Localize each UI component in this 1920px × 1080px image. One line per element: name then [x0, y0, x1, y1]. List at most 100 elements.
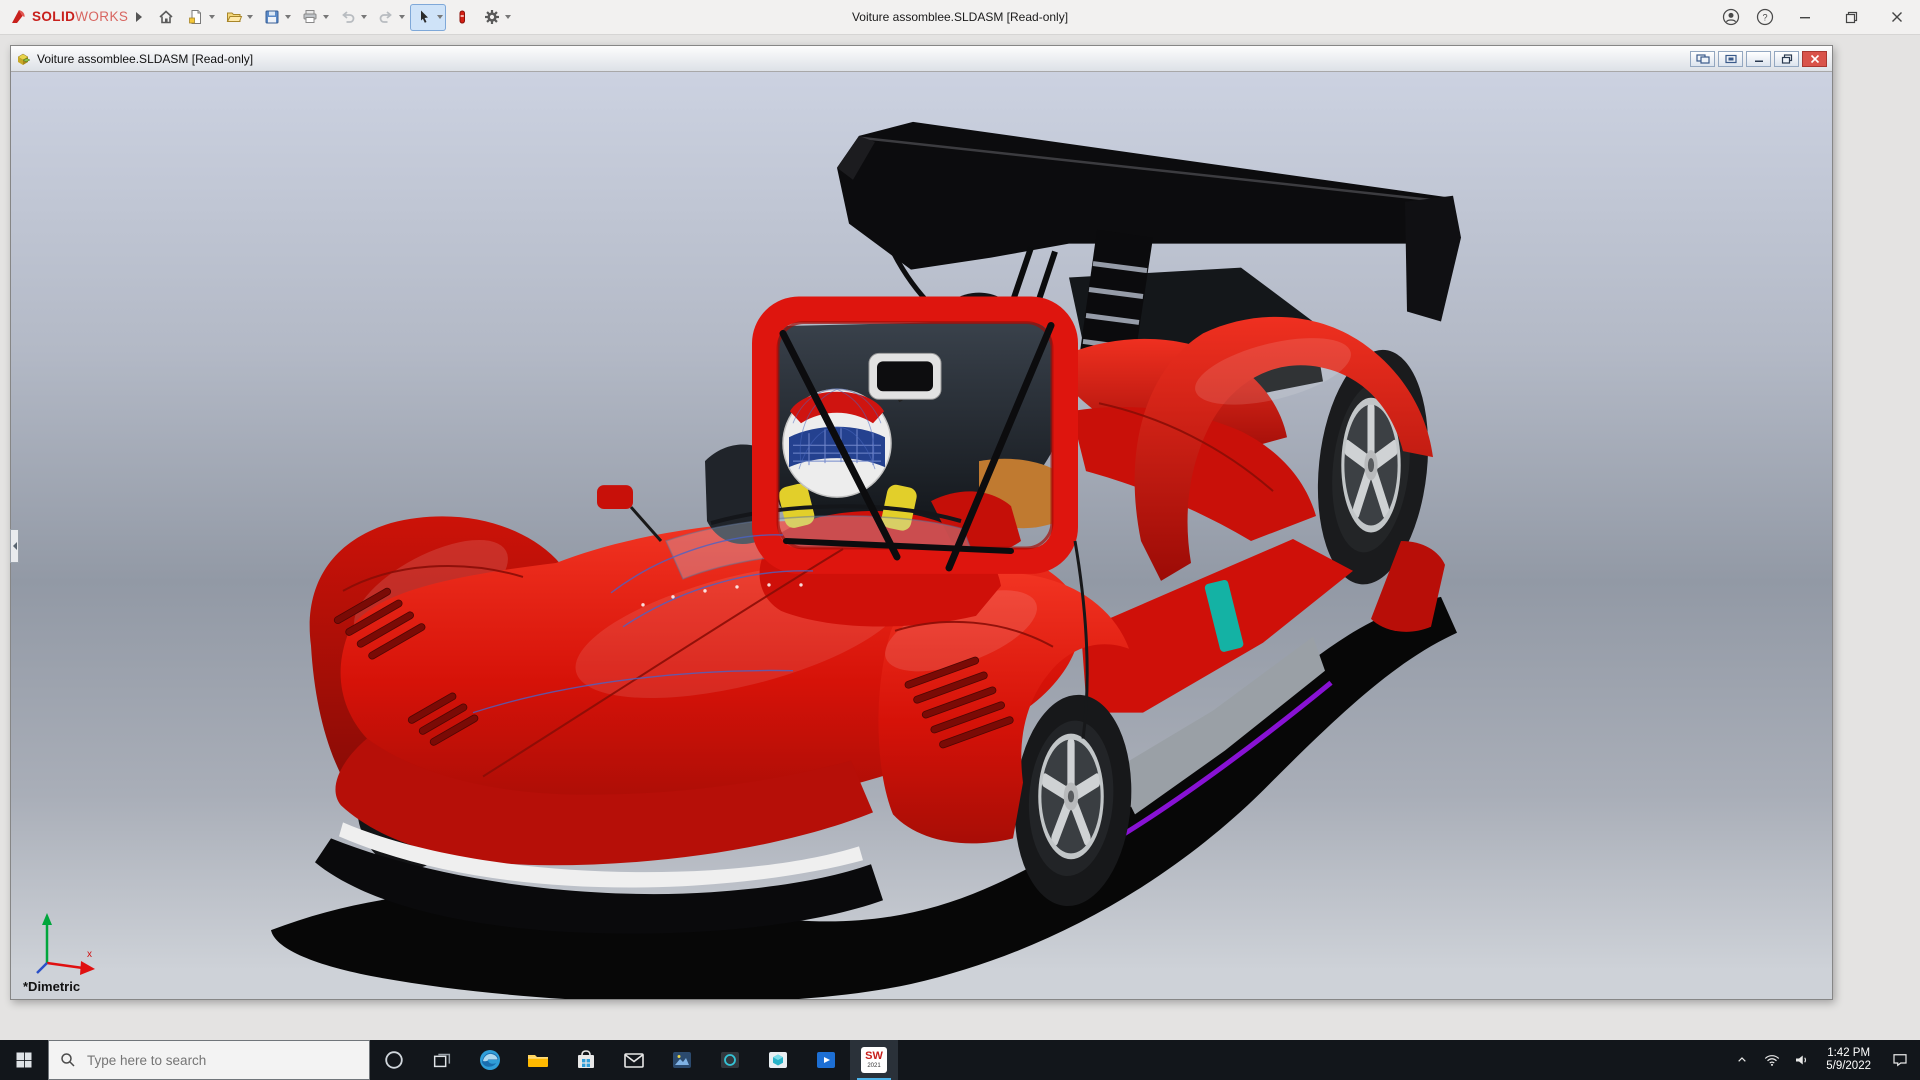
doc-window-button-2[interactable]: [1718, 51, 1743, 67]
taskbar-app-movies[interactable]: [802, 1040, 850, 1080]
dropdown-arrow-icon[interactable]: [361, 15, 367, 19]
app-window-title: Voiture assomblee.SLDASM [Read-only]: [852, 10, 1068, 24]
dropdown-arrow-icon[interactable]: [399, 15, 405, 19]
undo-button[interactable]: [334, 4, 370, 31]
toolbar-expand-chevron[interactable]: [136, 12, 142, 22]
help-button[interactable]: ?: [1748, 0, 1782, 35]
taskbar-app-file-explorer[interactable]: [514, 1040, 562, 1080]
home-icon: [155, 6, 177, 28]
dropdown-arrow-icon[interactable]: [505, 15, 511, 19]
brand-text-light: WORKS: [75, 9, 128, 24]
undo-icon: [337, 6, 359, 28]
component-tool-button[interactable]: [448, 4, 476, 31]
titlebar-right-controls: ?: [1714, 0, 1920, 35]
save-button[interactable]: [258, 4, 294, 31]
component-icon: [451, 6, 473, 28]
wifi-icon: [1763, 1051, 1781, 1069]
file-explorer-icon: [526, 1048, 550, 1072]
new-document-button[interactable]: [182, 4, 218, 31]
dropdown-arrow-icon[interactable]: [437, 15, 443, 19]
action-center-button[interactable]: [1880, 1040, 1920, 1080]
taskbar-app-mail[interactable]: [610, 1040, 658, 1080]
network-status[interactable]: [1757, 1040, 1787, 1080]
x-axis-label: x: [87, 949, 92, 960]
open-button[interactable]: [220, 4, 256, 31]
panel-collapse-handle[interactable]: [10, 529, 19, 563]
task-view-button[interactable]: [418, 1040, 466, 1080]
document-title: Voiture assomblee.SLDASM [Read-only]: [37, 52, 253, 66]
chevron-up-icon: [1734, 1052, 1750, 1068]
collapse-arrow-icon: [13, 542, 17, 550]
orientation-triad: x: [29, 909, 99, 977]
document-window: Voiture assomblee.SLDASM [Read-only]: [10, 45, 1833, 1000]
print-button[interactable]: [296, 4, 332, 31]
dropdown-arrow-icon[interactable]: [323, 15, 329, 19]
x-axis-arrow: [80, 961, 95, 975]
new-document-icon: [185, 6, 207, 28]
volume-control[interactable]: [1787, 1040, 1817, 1080]
view-orientation-label: *Dimetric: [23, 979, 80, 994]
snip-tool-icon: [718, 1048, 742, 1072]
task-view-icon: [431, 1049, 453, 1071]
doc-minimize-button[interactable]: [1746, 51, 1771, 67]
app-titlebar: SOLIDWORKS: [0, 0, 1920, 35]
minimize-button[interactable]: [1782, 0, 1828, 35]
taskbar-app-solidworks[interactable]: SW 2021: [850, 1040, 898, 1080]
taskbar-app-snip[interactable]: [706, 1040, 754, 1080]
solidworks-app-icon: SW 2021: [861, 1047, 887, 1073]
taskbar-app-photos[interactable]: [658, 1040, 706, 1080]
windows-taskbar: SW 2021: [0, 1040, 1920, 1080]
gear-icon: [481, 6, 503, 28]
home-button[interactable]: [152, 4, 180, 31]
mail-icon: [622, 1048, 646, 1072]
speaker-icon: [1793, 1051, 1811, 1069]
z-axis: [37, 963, 47, 973]
windows-logo-icon: [14, 1050, 34, 1070]
assembly-document-icon: [16, 51, 32, 67]
close-button[interactable]: [1874, 0, 1920, 35]
side-mirror[interactable]: [597, 485, 633, 509]
dropdown-arrow-icon[interactable]: [209, 15, 215, 19]
cortana-button[interactable]: [370, 1040, 418, 1080]
taskbar-clock[interactable]: 1:42 PM 5/9/2022: [1817, 1047, 1880, 1073]
print-icon: [299, 6, 321, 28]
quick-toolbar: [152, 4, 514, 31]
taskbar-app-edge[interactable]: [466, 1040, 514, 1080]
document-titlebar[interactable]: Voiture assomblee.SLDASM [Read-only]: [11, 46, 1832, 72]
system-tray: 1:42 PM 5/9/2022: [1727, 1040, 1920, 1080]
dropdown-arrow-icon[interactable]: [285, 15, 291, 19]
save-icon: [261, 6, 283, 28]
doc-window-button-1[interactable]: [1690, 51, 1715, 67]
dropdown-arrow-icon[interactable]: [247, 15, 253, 19]
taskbar-search[interactable]: [48, 1040, 370, 1080]
doc-close-button[interactable]: [1802, 51, 1827, 67]
car-assembly-model[interactable]: [11, 72, 1832, 999]
taskbar-app-3d-viewer[interactable]: [754, 1040, 802, 1080]
options-button[interactable]: [478, 4, 514, 31]
side-mirror-stalk: [631, 507, 661, 541]
svg-text:?: ?: [1762, 12, 1767, 22]
cortana-icon: [383, 1049, 405, 1071]
search-icon: [60, 1052, 76, 1068]
mirror-glass: [877, 361, 933, 391]
clock-date: 5/9/2022: [1826, 1060, 1871, 1073]
edge-icon: [478, 1048, 502, 1072]
store-icon: [574, 1048, 598, 1072]
taskbar-app-store[interactable]: [562, 1040, 610, 1080]
tray-expand-button[interactable]: [1727, 1040, 1757, 1080]
redo-button[interactable]: [372, 4, 408, 31]
open-folder-icon: [223, 6, 245, 28]
solidworks-logo-icon: [10, 8, 28, 26]
graphics-viewport[interactable]: x *Dimetric: [11, 72, 1832, 999]
select-cursor-icon: [413, 6, 435, 28]
restore-button[interactable]: [1828, 0, 1874, 35]
movies-tv-icon: [814, 1048, 838, 1072]
account-button[interactable]: [1714, 0, 1748, 35]
photos-icon: [670, 1048, 694, 1072]
start-button[interactable]: [0, 1040, 48, 1080]
redo-icon: [375, 6, 397, 28]
doc-restore-button[interactable]: [1774, 51, 1799, 67]
search-input[interactable]: [85, 1052, 335, 1069]
select-tool-button[interactable]: [410, 4, 446, 31]
solidworks-logo: SOLIDWORKS: [0, 8, 134, 26]
